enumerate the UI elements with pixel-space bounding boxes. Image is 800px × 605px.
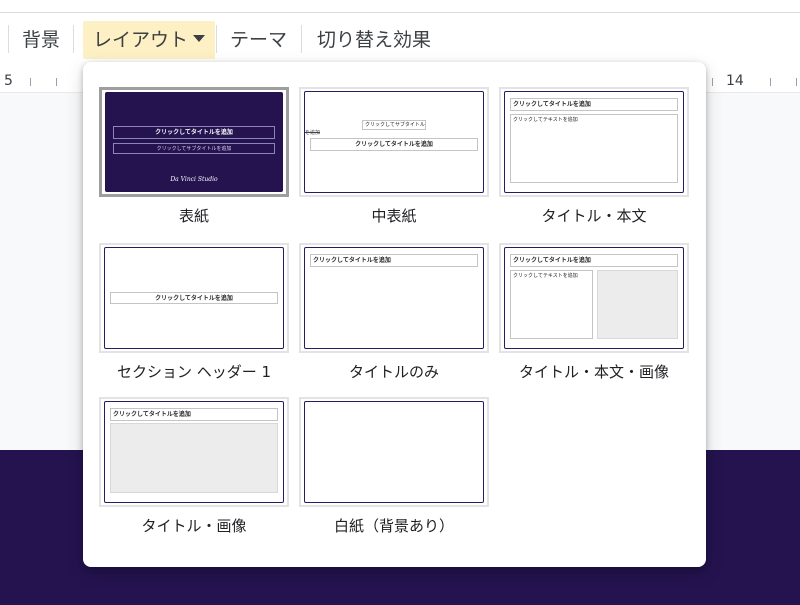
slide-preview: クリックしてタイトルを追加 クリックしてテキストを追加 <box>504 247 684 349</box>
layout-option-title-only[interactable]: クリックしてタイトルを追加 <box>299 243 489 353</box>
ruler-tick <box>30 78 31 86</box>
title-placeholder: クリックしてタイトルを追加 <box>510 254 678 267</box>
transition-button[interactable]: 切り替え効果 <box>317 21 431 59</box>
layout-menu-button[interactable]: レイアウト <box>83 21 216 59</box>
slide-preview: クリックしてタイトルを追加 クリックしてテキストを追加 <box>504 91 684 193</box>
layout-thumbnail: クリックしてタイトルを追加 クリックしてテキストを追加 <box>499 243 689 353</box>
image-placeholder <box>110 423 278 493</box>
title-placeholder: クリックしてタイトルを追加 <box>510 98 678 111</box>
ruler-tick <box>770 78 771 86</box>
slide-preview: クリックしてタイトルを追加 <box>304 247 484 349</box>
slide-preview: クリックしてタイトルを追加 <box>104 401 284 503</box>
subtitle-placeholder-overflow: を追加 <box>305 130 321 136</box>
image-placeholder <box>597 270 678 339</box>
layout-label: セクション ヘッダー 1 <box>116 363 272 381</box>
slide-preview: クリックしてサブタイトル を追加 クリックしてタイトルを追加 <box>304 91 484 193</box>
layout-option-blank[interactable] <box>299 397 489 507</box>
toolbar: 背景 レイアウト テーマ 切り替え効果 <box>0 13 800 61</box>
ruler-tick <box>796 78 797 86</box>
body-placeholder: クリックしてテキストを追加 <box>510 270 593 339</box>
toolbar-divider <box>216 25 217 53</box>
layout-option-title-image[interactable]: クリックしてタイトルを追加 <box>99 397 289 507</box>
ruler-number: 14 <box>726 73 744 89</box>
layout-option-section-header[interactable]: クリックしてタイトルを追加 <box>99 243 289 353</box>
body-placeholder: クリックしてテキストを追加 <box>510 114 678 183</box>
slide-preview: クリックしてタイトルを追加 <box>104 247 284 349</box>
layout-label: タイトル・本文 <box>541 207 647 225</box>
layout-thumbnail: クリックしてタイトルを追加 <box>99 397 289 507</box>
layout-option-title-body-image[interactable]: クリックしてタイトルを追加 クリックしてテキストを追加 <box>499 243 689 353</box>
window-top-edge <box>0 0 800 13</box>
slide-preview: クリックしてタイトルを追加 クリックしてサブタイトルを追加 Da Vinci S… <box>105 92 283 192</box>
title-placeholder: クリックしてタイトルを追加 <box>310 138 478 151</box>
layout-label: 中表紙 <box>371 207 417 225</box>
layout-picker-popup: クリックしてタイトルを追加 クリックしてサブタイトルを追加 Da Vinci S… <box>83 62 706 567</box>
background-button[interactable]: 背景 <box>22 21 60 59</box>
layout-label: 白紙（背景あり） <box>333 517 454 535</box>
layout-label: タイトル・画像 <box>141 517 247 535</box>
layout-option-section-cover[interactable]: クリックしてサブタイトル を追加 クリックしてタイトルを追加 <box>299 87 489 197</box>
layout-option-cover[interactable]: クリックしてタイトルを追加 クリックしてサブタイトルを追加 Da Vinci S… <box>99 87 289 197</box>
layout-label: タイトル・本文・画像 <box>518 363 669 381</box>
title-placeholder: クリックしてタイトルを追加 <box>110 292 278 304</box>
layout-thumbnail <box>299 397 489 507</box>
layout-label: タイトルのみ <box>348 363 439 381</box>
layout-thumbnail: クリックしてタイトルを追加 クリックしてテキストを追加 <box>499 87 689 197</box>
layout-thumbnail: クリックしてタイトルを追加 <box>299 243 489 353</box>
subtitle-placeholder: クリックしてサブタイトルを追加 <box>113 143 275 154</box>
layout-thumbnail: クリックしてサブタイトル を追加 クリックしてタイトルを追加 <box>299 87 489 197</box>
ruler-tick <box>712 78 713 86</box>
ruler-number: 5 <box>4 73 13 89</box>
layout-option-title-body[interactable]: クリックしてタイトルを追加 クリックしてテキストを追加 <box>499 87 689 197</box>
slide-preview <box>304 401 484 503</box>
layout-thumbnail: クリックしてタイトルを追加 <box>99 243 289 353</box>
layout-label: 表紙 <box>178 207 209 225</box>
title-placeholder: クリックしてタイトルを追加 <box>113 126 275 139</box>
dropdown-caret-icon <box>193 35 206 42</box>
layout-thumbnail: クリックしてタイトルを追加 クリックしてサブタイトルを追加 Da Vinci S… <box>99 87 289 197</box>
toolbar-divider <box>73 25 74 53</box>
layout-menu-label: レイアウト <box>93 29 189 51</box>
toolbar-divider <box>301 25 302 53</box>
ruler-tick <box>56 78 57 86</box>
toolbar-divider <box>8 25 9 53</box>
title-placeholder: クリックしてタイトルを追加 <box>310 254 478 267</box>
title-placeholder: クリックしてタイトルを追加 <box>110 408 278 421</box>
brand-logo: Da Vinci Studio <box>170 176 218 183</box>
theme-button[interactable]: テーマ <box>230 21 287 59</box>
